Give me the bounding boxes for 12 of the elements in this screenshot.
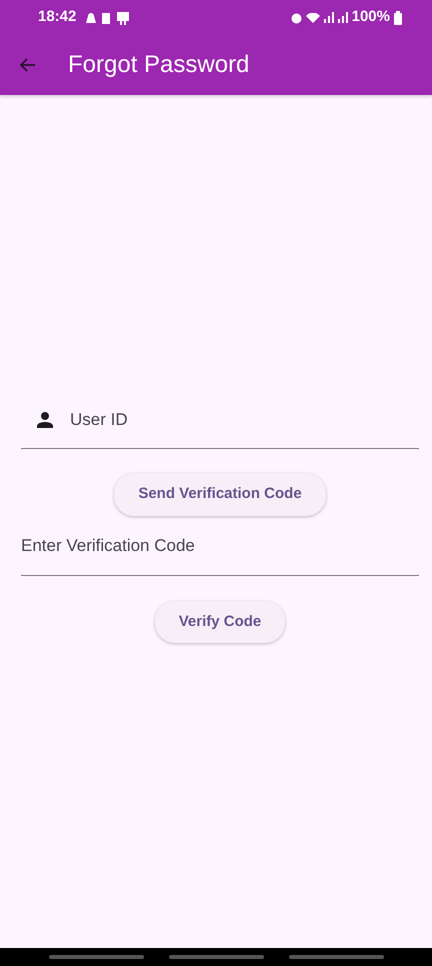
send-code-button[interactable]: Send Verification Code — [114, 473, 326, 516]
signal-icon — [324, 12, 334, 23]
page-title: Forgot Password — [68, 50, 250, 80]
battery-icon — [394, 10, 402, 24]
status-time: 18:42 — [38, 7, 76, 28]
person-icon — [36, 412, 54, 428]
verification-code-field[interactable]: Enter Verification Code — [21, 522, 419, 576]
signal-icon — [338, 12, 348, 23]
battery-percent: 100% — [352, 7, 390, 28]
wifi-icon — [306, 12, 320, 22]
back-arrow-icon[interactable] — [20, 58, 36, 72]
verify-code-button[interactable]: Verify Code — [154, 600, 286, 643]
